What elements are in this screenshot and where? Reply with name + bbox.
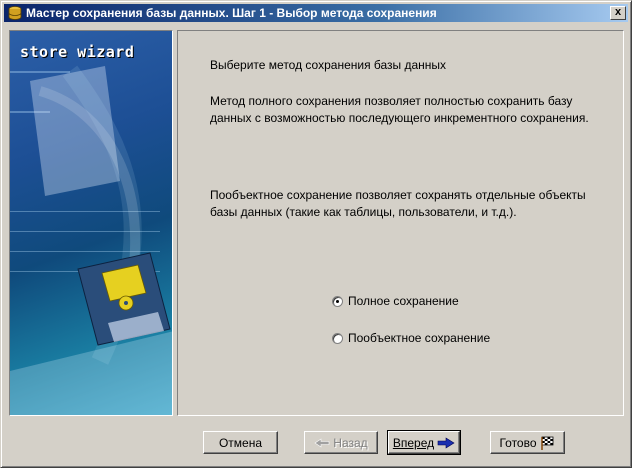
full-desc-line-2: данных с возможностью последующего инкре… bbox=[210, 111, 589, 125]
step-heading: Выберите метод сохранения базы данных bbox=[210, 58, 447, 72]
next-button[interactable]: Вперед bbox=[387, 430, 461, 455]
arrow-right-icon bbox=[437, 436, 455, 449]
radio-button-checked[interactable] bbox=[332, 295, 343, 307]
arrow-left-icon bbox=[314, 437, 330, 448]
close-icon: x bbox=[614, 6, 622, 18]
back-label: Назад bbox=[333, 435, 368, 450]
banner-title: store wizard bbox=[20, 43, 135, 61]
finish-button[interactable]: Готово bbox=[490, 431, 565, 454]
back-button[interactable]: Назад bbox=[304, 431, 378, 454]
object-desc-line-2: базы данных (такие как таблицы, пользова… bbox=[210, 205, 517, 219]
radio-object-backup[interactable]: Пообъектное сохранение bbox=[332, 331, 490, 345]
object-backup-description: Пообъектное сохранение позволяет сохраня… bbox=[210, 187, 586, 221]
radio-label: Полное сохранение bbox=[348, 294, 459, 308]
floppy-disk-icon bbox=[77, 252, 171, 346]
cancel-button[interactable]: Отмена bbox=[203, 431, 278, 454]
radio-full-backup[interactable]: Полное сохранение bbox=[332, 294, 459, 308]
close-button[interactable]: x bbox=[610, 6, 626, 20]
radio-button-unchecked[interactable] bbox=[332, 332, 343, 344]
window-title: Мастер сохранения базы данных. Шаг 1 - В… bbox=[26, 6, 437, 20]
content-panel: Выберите метод сохранения базы данных Ме… bbox=[177, 30, 624, 416]
finish-label: Готово bbox=[499, 435, 537, 450]
cancel-label: Отмена bbox=[218, 435, 263, 450]
title-bar: Мастер сохранения базы данных. Шаг 1 - В… bbox=[4, 4, 628, 22]
wizard-window: Мастер сохранения базы данных. Шаг 1 - В… bbox=[0, 0, 632, 468]
radio-label: Пообъектное сохранение bbox=[348, 331, 491, 345]
full-backup-description: Метод полного сохранения позволяет полно… bbox=[210, 93, 589, 127]
database-icon bbox=[8, 6, 22, 20]
next-label: Вперед bbox=[392, 435, 435, 450]
full-desc-line-1: Метод полного сохранения позволяет полно… bbox=[210, 94, 573, 108]
checkered-flag-icon bbox=[540, 435, 556, 451]
banner-artwork bbox=[10, 65, 172, 415]
object-desc-line-1: Пообъектное сохранение позволяет сохраня… bbox=[210, 188, 586, 202]
wizard-banner: store wizard bbox=[9, 30, 173, 416]
